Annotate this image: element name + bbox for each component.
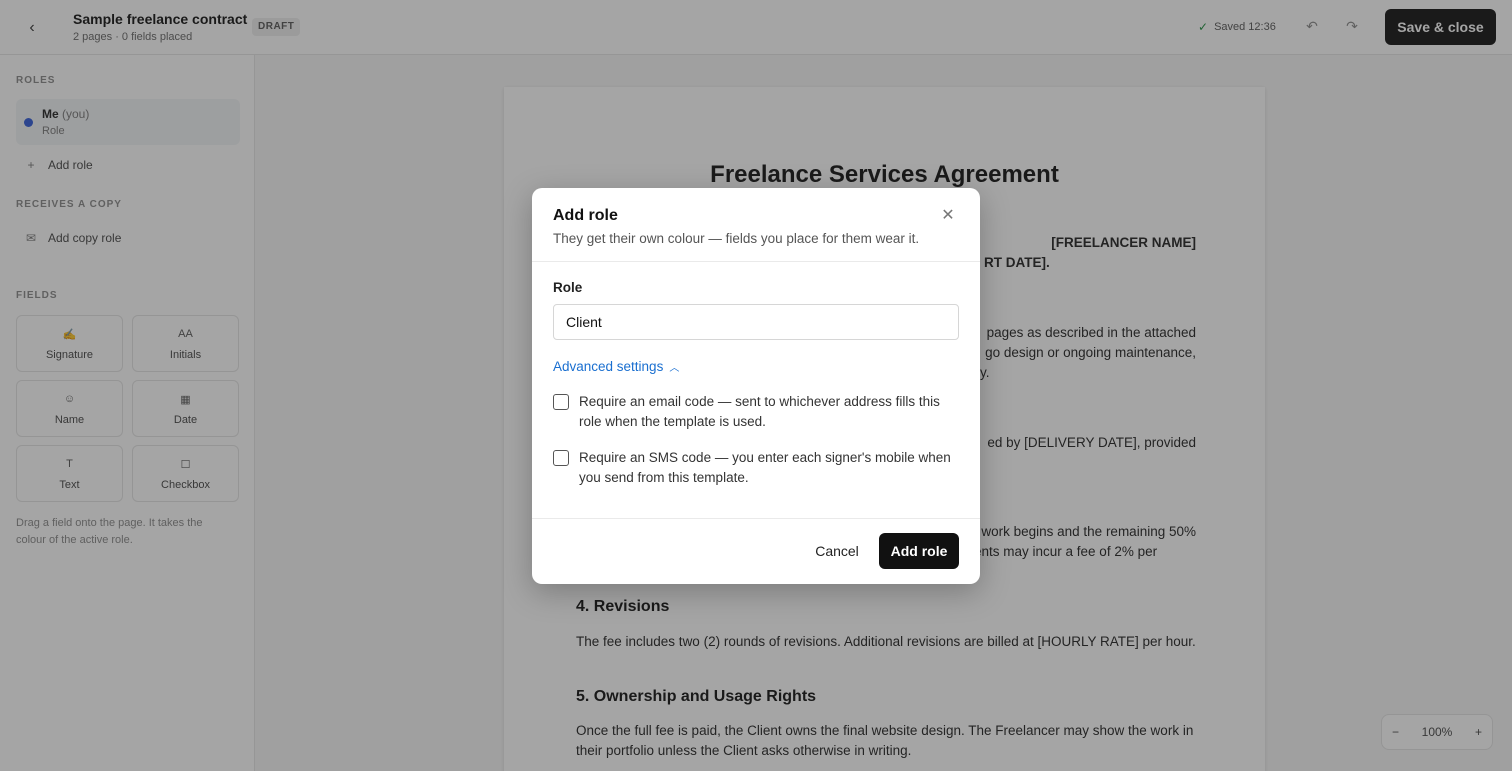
- email-code-checkbox[interactable]: [553, 394, 569, 410]
- role-name-input[interactable]: [553, 304, 959, 340]
- email-code-option[interactable]: Require an email code — sent to whicheve…: [553, 392, 959, 432]
- add-role-submit-button[interactable]: Add role: [879, 533, 959, 569]
- advanced-settings-toggle[interactable]: Advanced settings ︿: [553, 359, 679, 374]
- email-code-label: Require an email code — sent to whicheve…: [579, 394, 940, 429]
- divider: [532, 518, 980, 519]
- sms-code-option[interactable]: Require an SMS code — you enter each sig…: [553, 448, 959, 488]
- role-field-label: Role: [553, 280, 583, 295]
- advanced-settings-label: Advanced settings: [553, 359, 664, 374]
- divider: [532, 261, 980, 262]
- dialog-title: Add role: [553, 207, 618, 224]
- sms-code-checkbox[interactable]: [553, 450, 569, 466]
- add-role-dialog: Add role They get their own colour — fie…: [532, 188, 980, 584]
- dialog-subtitle: They get their own colour — fields you p…: [553, 231, 920, 246]
- close-icon[interactable]: ✕: [938, 206, 958, 226]
- sms-code-label: Require an SMS code — you enter each sig…: [579, 450, 951, 485]
- cancel-button[interactable]: Cancel: [808, 533, 866, 569]
- chevron-up-icon: ︿: [669, 363, 680, 374]
